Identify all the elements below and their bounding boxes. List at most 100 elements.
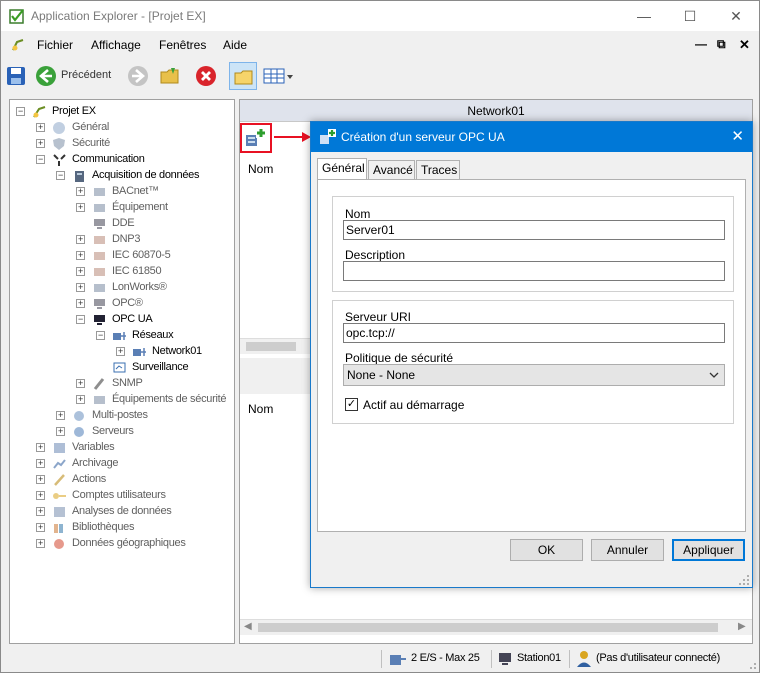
tree-label: IEC 60870-5 bbox=[112, 249, 171, 261]
tree-label: IEC 61850 bbox=[112, 265, 162, 277]
scroll-left-icon[interactable]: ◀ bbox=[244, 621, 252, 632]
forward-arrow-icon[interactable] bbox=[127, 65, 149, 87]
security-policy-label: Politique de sécurité bbox=[345, 351, 454, 365]
add-server-icon bbox=[246, 128, 266, 146]
network-icon bbox=[74, 411, 84, 421]
create-opcua-server-dialog: Création d'un serveur OPC UA ✕ Général A… bbox=[310, 121, 753, 588]
title-bar: Application Explorer - [Projet EX] — ☐ ✕ bbox=[1, 1, 759, 31]
column-header-name-bottom[interactable]: Nom bbox=[248, 402, 273, 416]
network-folder-icon bbox=[113, 332, 126, 340]
dialog-close-button[interactable]: ✕ bbox=[731, 127, 744, 145]
tree-label: DDE bbox=[112, 217, 135, 229]
tree-label: Archivage bbox=[72, 457, 119, 469]
status-separator bbox=[569, 650, 570, 668]
tree-label: Comptes utilisateurs bbox=[72, 489, 166, 501]
computer-icon bbox=[94, 315, 105, 325]
apply-button[interactable]: Appliquer bbox=[672, 539, 745, 561]
folder-icon bbox=[234, 70, 253, 85]
add-server-icon bbox=[320, 129, 336, 144]
computer-icon bbox=[94, 299, 105, 309]
dialog-title: Création d'un serveur OPC UA bbox=[341, 130, 505, 144]
security-policy-select[interactable]: None - None bbox=[343, 364, 725, 386]
tab-traces[interactable]: Traces bbox=[416, 160, 460, 179]
close-button[interactable]: ✕ bbox=[713, 1, 759, 31]
grid-view-dropdown-icon[interactable] bbox=[262, 65, 294, 87]
server-group: Serveur URI opc.tcp:// Politique de sécu… bbox=[332, 300, 734, 424]
scrollbar-thumb[interactable] bbox=[258, 623, 718, 632]
tree-label: Actions bbox=[72, 473, 106, 485]
menu-affichage[interactable]: Affichage bbox=[91, 38, 141, 52]
add-server-button[interactable] bbox=[240, 123, 272, 153]
menu-fichier[interactable]: Fichier bbox=[37, 38, 73, 52]
column-header-name[interactable]: Nom bbox=[248, 162, 273, 176]
stop-icon[interactable] bbox=[195, 65, 217, 87]
minimize-button[interactable]: — bbox=[621, 1, 667, 31]
folder-view-button[interactable] bbox=[229, 62, 257, 90]
mdi-minimize-button[interactable]: — bbox=[695, 37, 707, 51]
name-label: Nom bbox=[345, 207, 371, 221]
resize-grip-icon[interactable] bbox=[745, 658, 757, 670]
tree-label: Serveurs bbox=[92, 425, 134, 437]
variables-icon bbox=[54, 443, 65, 453]
description-label: Description bbox=[345, 248, 406, 262]
tab-avance[interactable]: Avancé bbox=[368, 160, 415, 179]
computer-icon bbox=[94, 219, 105, 229]
device-icon bbox=[94, 188, 105, 196]
open-folder-icon[interactable] bbox=[159, 65, 181, 87]
status-separator bbox=[491, 650, 492, 668]
project-tree: − Projet EX + Général + Sécurité − Commu… bbox=[9, 99, 235, 644]
tree-label: SNMP bbox=[112, 377, 143, 389]
app-icon bbox=[9, 9, 24, 24]
status-user: (Pas d'utilisateur connecté) bbox=[596, 652, 720, 664]
identity-group: Nom Server01 Description bbox=[332, 196, 734, 292]
tree-label: Bibliothèques bbox=[72, 521, 135, 533]
io-icon bbox=[390, 655, 406, 665]
server-icon bbox=[74, 427, 84, 437]
status-bar: 2 E/S - Max 25 Station01 (Pas d'utilisat… bbox=[1, 646, 759, 672]
menu-fenetres[interactable]: Fenêtres bbox=[159, 38, 206, 52]
menu-aide[interactable]: Aide bbox=[223, 38, 247, 52]
device-icon bbox=[94, 204, 105, 212]
device-icon bbox=[94, 236, 105, 244]
active-at-startup-checkbox[interactable]: ✓ bbox=[345, 398, 358, 411]
status-separator bbox=[381, 650, 382, 668]
tree-label: Acquisition de données bbox=[92, 169, 200, 181]
tree-label: Surveillance bbox=[132, 361, 189, 373]
horizontal-scrollbar[interactable] bbox=[240, 338, 312, 354]
mdi-close-button[interactable]: ✕ bbox=[739, 37, 750, 53]
tree-label: OPC® bbox=[112, 297, 143, 309]
maximize-button[interactable]: ☐ bbox=[667, 1, 713, 31]
save-icon[interactable] bbox=[5, 65, 27, 87]
resize-grip-icon[interactable] bbox=[738, 574, 750, 586]
scrollbar-thumb[interactable] bbox=[246, 342, 296, 351]
tree-label: Données géographiques bbox=[72, 537, 186, 549]
server-uri-input[interactable]: opc.tcp:// bbox=[343, 323, 725, 343]
security-policy-value: None - None bbox=[347, 368, 416, 382]
status-station: Station01 bbox=[517, 652, 561, 664]
tree-label: Équipements de sécurité bbox=[112, 393, 227, 405]
tab-general[interactable]: Général bbox=[317, 158, 367, 180]
user-icon bbox=[577, 651, 591, 667]
library-icon bbox=[54, 524, 63, 533]
device-icon bbox=[94, 252, 105, 260]
document-icon bbox=[12, 39, 24, 51]
collapse-toggle[interactable]: − bbox=[16, 107, 25, 116]
scroll-right-icon[interactable]: ▶ bbox=[738, 621, 746, 632]
tree-label: Équipement bbox=[112, 201, 168, 213]
back-label: Précédent bbox=[61, 69, 112, 81]
name-input[interactable]: Server01 bbox=[343, 220, 725, 240]
bottom-horizontal-scrollbar[interactable]: ◀ ▶ bbox=[240, 619, 752, 635]
description-input[interactable] bbox=[343, 261, 725, 281]
menu-bar: Fichier Affichage Fenêtres Aide — ⧉ ✕ bbox=[1, 33, 759, 57]
project-icon bbox=[33, 106, 46, 118]
dialog-title-bar: Création d'un serveur OPC UA ✕ bbox=[311, 122, 752, 152]
archive-icon bbox=[53, 459, 66, 469]
cancel-button[interactable]: Annuler bbox=[591, 539, 664, 561]
back-button[interactable]: Précédent bbox=[35, 64, 117, 88]
globe-icon bbox=[53, 122, 65, 134]
ok-button[interactable]: OK bbox=[510, 539, 583, 561]
tree-label: BACnet™ bbox=[112, 185, 159, 197]
window-title: Application Explorer - [Projet EX] bbox=[31, 9, 206, 23]
mdi-restore-button[interactable]: ⧉ bbox=[717, 37, 726, 52]
device-icon bbox=[93, 378, 105, 390]
